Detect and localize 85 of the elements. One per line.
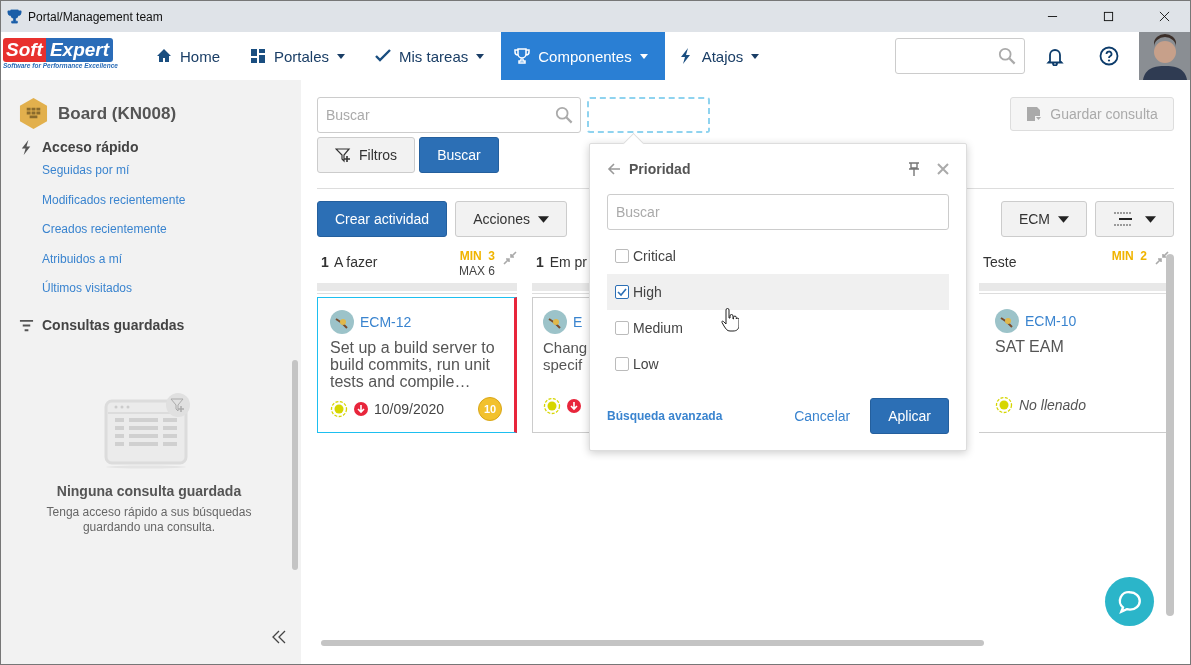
- checkbox[interactable]: [615, 321, 629, 335]
- caret-icon: [1145, 215, 1156, 223]
- section-title: Acceso rápido: [42, 139, 139, 155]
- due-date: 10/09/2020: [374, 401, 445, 417]
- scrollbar[interactable]: [321, 640, 984, 646]
- wip-min: MIN 2: [1111, 249, 1147, 264]
- bell-icon[interactable]: [1045, 46, 1065, 66]
- empty-title: Ninguna consulta guardada: [56, 483, 242, 499]
- trophy-icon: [7, 9, 22, 24]
- card-id-link[interactable]: ECM-12: [360, 314, 412, 330]
- search-field[interactable]: Buscar: [607, 194, 949, 230]
- priority-option[interactable]: High: [607, 274, 949, 310]
- card-id-link[interactable]: ECM-10: [1025, 313, 1077, 329]
- avatar: [995, 309, 1019, 333]
- wip-max: MAX 6: [459, 264, 495, 279]
- window-title: Portal/Management team: [28, 9, 163, 24]
- popup-title: Prioridad: [629, 161, 691, 177]
- chat-icon: [1116, 588, 1143, 615]
- back-arrow-icon[interactable]: [607, 162, 621, 176]
- section-title: Consultas guardadas: [42, 317, 185, 333]
- trophy-icon: [514, 48, 531, 64]
- create-activity-button[interactable]: Crear actividad: [317, 201, 448, 237]
- column-title: Teste: [983, 254, 1017, 270]
- scrollbar[interactable]: [292, 360, 298, 570]
- task-card[interactable]: ECM-12 Set up a build server to build commits, run unit tests and compile… 10/09/2020 10: [317, 297, 517, 433]
- maximize-icon[interactable]: [1103, 11, 1114, 22]
- type-dropdown[interactable]: ECM: [1000, 201, 1087, 237]
- caret-icon: [1058, 215, 1069, 223]
- grid-icon: [250, 48, 266, 64]
- sidebar-link[interactable]: Últimos visitados: [42, 281, 301, 295]
- status-icon: [543, 397, 561, 415]
- wip-min: MIN 3: [459, 249, 495, 264]
- sidebar-link[interactable]: Creados recientemente: [42, 222, 301, 236]
- points-badge: 10: [478, 397, 502, 421]
- save-icon: [1026, 106, 1043, 122]
- collapse-icon[interactable]: [272, 630, 286, 644]
- priority-option[interactable]: Low: [607, 346, 949, 382]
- actions-button[interactable]: Acciones: [455, 201, 567, 237]
- pin-icon[interactable]: [907, 162, 921, 176]
- filter-icon: [335, 147, 351, 163]
- checkbox[interactable]: [615, 285, 629, 299]
- card-id-link[interactable]: E: [573, 314, 583, 330]
- board-title: Board (KN008): [58, 103, 177, 124]
- search-field[interactable]: [895, 38, 1025, 74]
- check-icon: [375, 48, 392, 64]
- checkbox[interactable]: [615, 357, 629, 371]
- board-icon: [19, 98, 48, 129]
- empty-message: Tenga acceso rápido a sus búsquedas guardando una consulta.: [45, 505, 253, 535]
- sidebar-link[interactable]: Seguidas por mí: [42, 163, 301, 177]
- home-icon: [156, 48, 172, 64]
- help-icon[interactable]: [1099, 46, 1119, 66]
- checkbox[interactable]: [615, 249, 629, 263]
- status-icon: [995, 396, 1013, 414]
- advanced-search-link[interactable]: Búsqueda avanzada: [607, 409, 723, 423]
- search-field[interactable]: Buscar: [317, 97, 581, 133]
- priority-option[interactable]: Critical: [607, 238, 949, 274]
- avatar: [543, 310, 567, 334]
- close-icon[interactable]: [1159, 11, 1170, 22]
- search-icon: [998, 47, 1016, 65]
- search-icon: [555, 106, 573, 124]
- chat-button[interactable]: [1105, 577, 1154, 626]
- status-icon: [330, 400, 348, 418]
- card-title: SAT EAM: [995, 338, 1065, 357]
- priority-option[interactable]: Medium: [607, 310, 949, 346]
- search-button[interactable]: Buscar: [419, 137, 499, 173]
- pointer-cursor-icon: [721, 308, 739, 332]
- column-title: 1 A fazer: [321, 254, 378, 270]
- nav-menu-item[interactable]: Componentes: [501, 32, 665, 80]
- sidebar-link[interactable]: Modificados recientemente: [42, 192, 301, 207]
- avatar[interactable]: [1139, 32, 1190, 80]
- view-options-button[interactable]: [1095, 201, 1174, 237]
- card-title: Chang specif: [543, 339, 588, 375]
- filters-button[interactable]: Filtros: [317, 137, 416, 173]
- caret-icon: [537, 215, 549, 223]
- cancel-button[interactable]: Cancelar: [788, 407, 857, 425]
- apply-button[interactable]: Aplicar: [870, 398, 949, 434]
- avatar: [330, 310, 354, 334]
- filter-drop-zone[interactable]: [587, 97, 710, 133]
- column-title: 1 Em pr: [536, 254, 588, 270]
- due-date: No llenado: [1019, 397, 1086, 413]
- card-title: Set up a build server to build commits, run unit tests and compile…: [330, 339, 496, 392]
- scrollbar[interactable]: [1166, 254, 1174, 616]
- sidebar-link[interactable]: Atribuidos a mí: [42, 251, 301, 266]
- list-icon: [1113, 212, 1133, 226]
- filter-lines-icon: [19, 317, 34, 333]
